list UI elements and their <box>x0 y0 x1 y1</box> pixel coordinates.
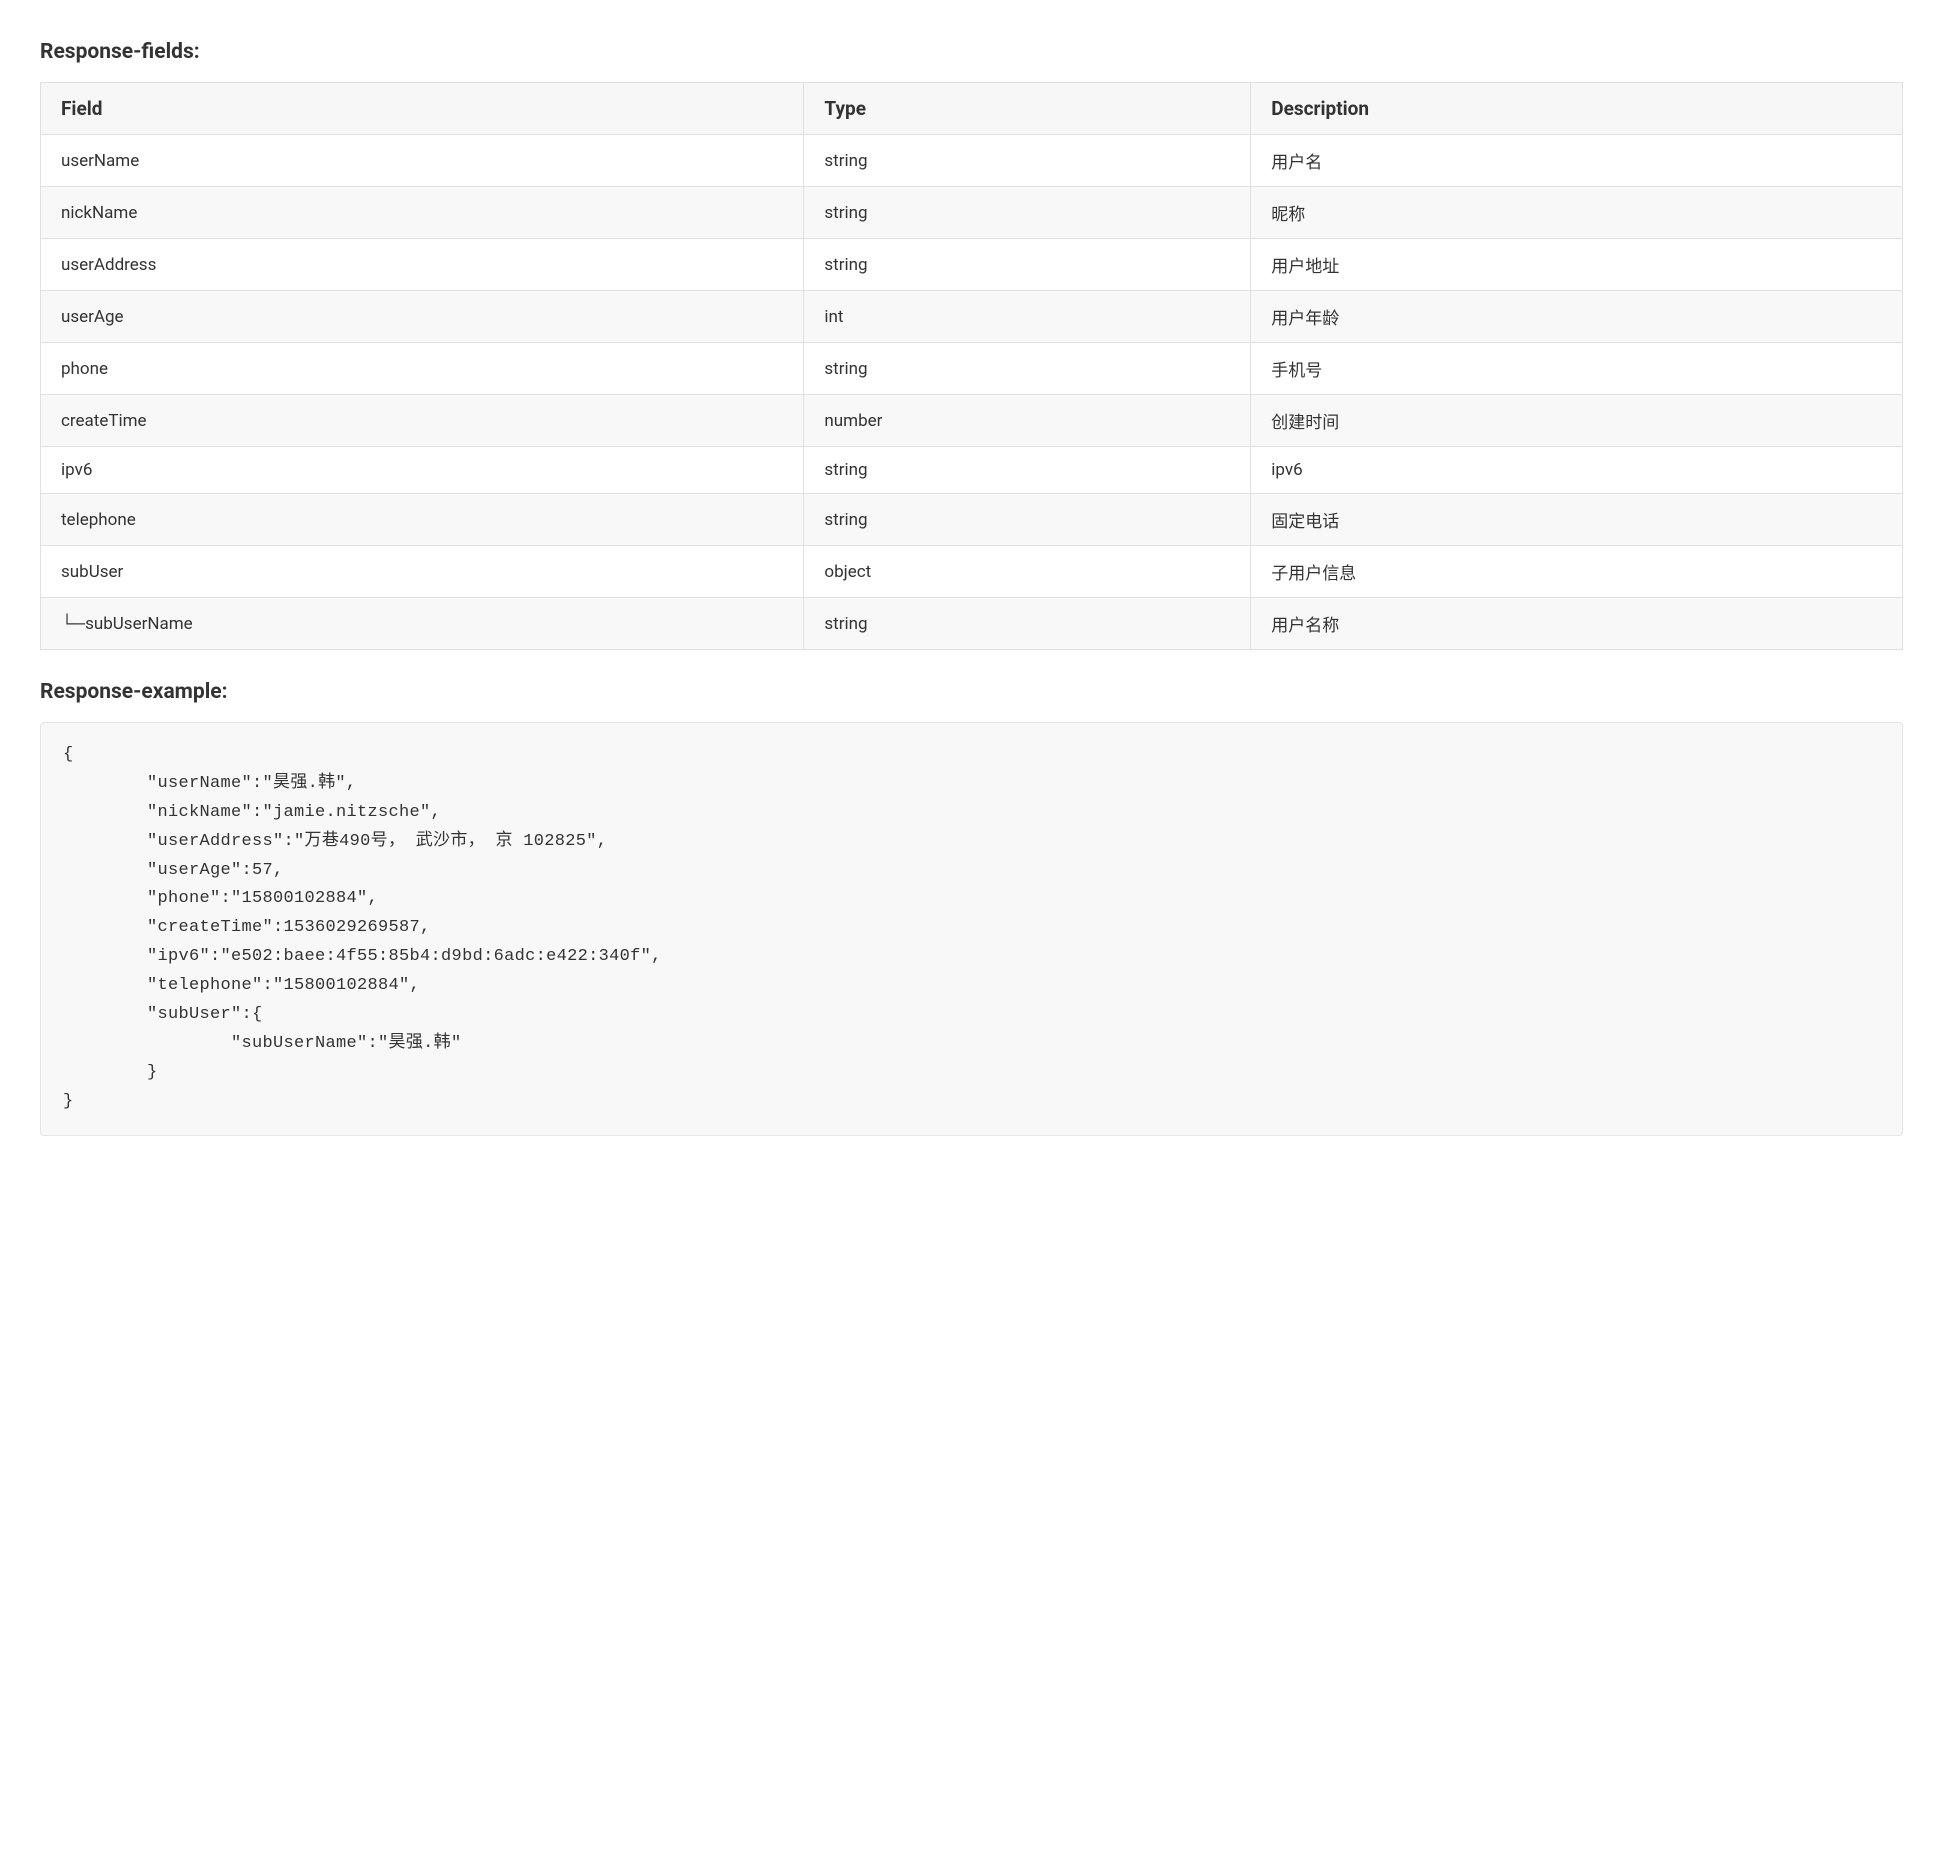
cell-type: string <box>804 598 1251 650</box>
response-example-code: { "userName":"昊强.韩", "nickName":"jamie.n… <box>40 722 1903 1136</box>
cell-type: object <box>804 546 1251 598</box>
response-fields-table: Field Type Description userName string 用… <box>40 82 1903 650</box>
cell-type: string <box>804 239 1251 291</box>
cell-description: ipv6 <box>1251 447 1903 494</box>
response-fields-section: Response-fields: Field Type Description … <box>40 40 1903 650</box>
cell-field: └─subUserName <box>41 598 804 650</box>
cell-description: 昵称 <box>1251 187 1903 239</box>
cell-field: userAge <box>41 291 804 343</box>
cell-field: userName <box>41 135 804 187</box>
cell-type: number <box>804 395 1251 447</box>
column-header-type: Type <box>804 83 1251 135</box>
table-row: userName string 用户名 <box>41 135 1903 187</box>
column-header-description: Description <box>1251 83 1903 135</box>
cell-field: subUser <box>41 546 804 598</box>
cell-description: 用户名 <box>1251 135 1903 187</box>
response-example-section: Response-example: { "userName":"昊强.韩", "… <box>40 680 1903 1136</box>
cell-type: int <box>804 291 1251 343</box>
table-row: createTime number 创建时间 <box>41 395 1903 447</box>
cell-type: string <box>804 135 1251 187</box>
column-header-field: Field <box>41 83 804 135</box>
table-row: nickName string 昵称 <box>41 187 1903 239</box>
table-row: ipv6 string ipv6 <box>41 447 1903 494</box>
response-example-heading: Response-example: <box>40 680 1903 704</box>
cell-field: telephone <box>41 494 804 546</box>
cell-description: 创建时间 <box>1251 395 1903 447</box>
cell-field: nickName <box>41 187 804 239</box>
table-row: └─subUserName string 用户名称 <box>41 598 1903 650</box>
table-row: phone string 手机号 <box>41 343 1903 395</box>
cell-field: phone <box>41 343 804 395</box>
cell-description: 手机号 <box>1251 343 1903 395</box>
table-header-row: Field Type Description <box>41 83 1903 135</box>
cell-type: string <box>804 187 1251 239</box>
table-row: telephone string 固定电话 <box>41 494 1903 546</box>
cell-type: string <box>804 494 1251 546</box>
cell-description: 用户地址 <box>1251 239 1903 291</box>
cell-field: ipv6 <box>41 447 804 494</box>
table-body: userName string 用户名 nickName string 昵称 u… <box>41 135 1903 650</box>
cell-type: string <box>804 343 1251 395</box>
table-row: userAddress string 用户地址 <box>41 239 1903 291</box>
cell-type: string <box>804 447 1251 494</box>
table-row: subUser object 子用户信息 <box>41 546 1903 598</box>
cell-description: 固定电话 <box>1251 494 1903 546</box>
cell-description: 用户名称 <box>1251 598 1903 650</box>
cell-field: userAddress <box>41 239 804 291</box>
cell-description: 用户年龄 <box>1251 291 1903 343</box>
response-fields-heading: Response-fields: <box>40 40 1903 64</box>
cell-field: createTime <box>41 395 804 447</box>
cell-description: 子用户信息 <box>1251 546 1903 598</box>
table-row: userAge int 用户年龄 <box>41 291 1903 343</box>
